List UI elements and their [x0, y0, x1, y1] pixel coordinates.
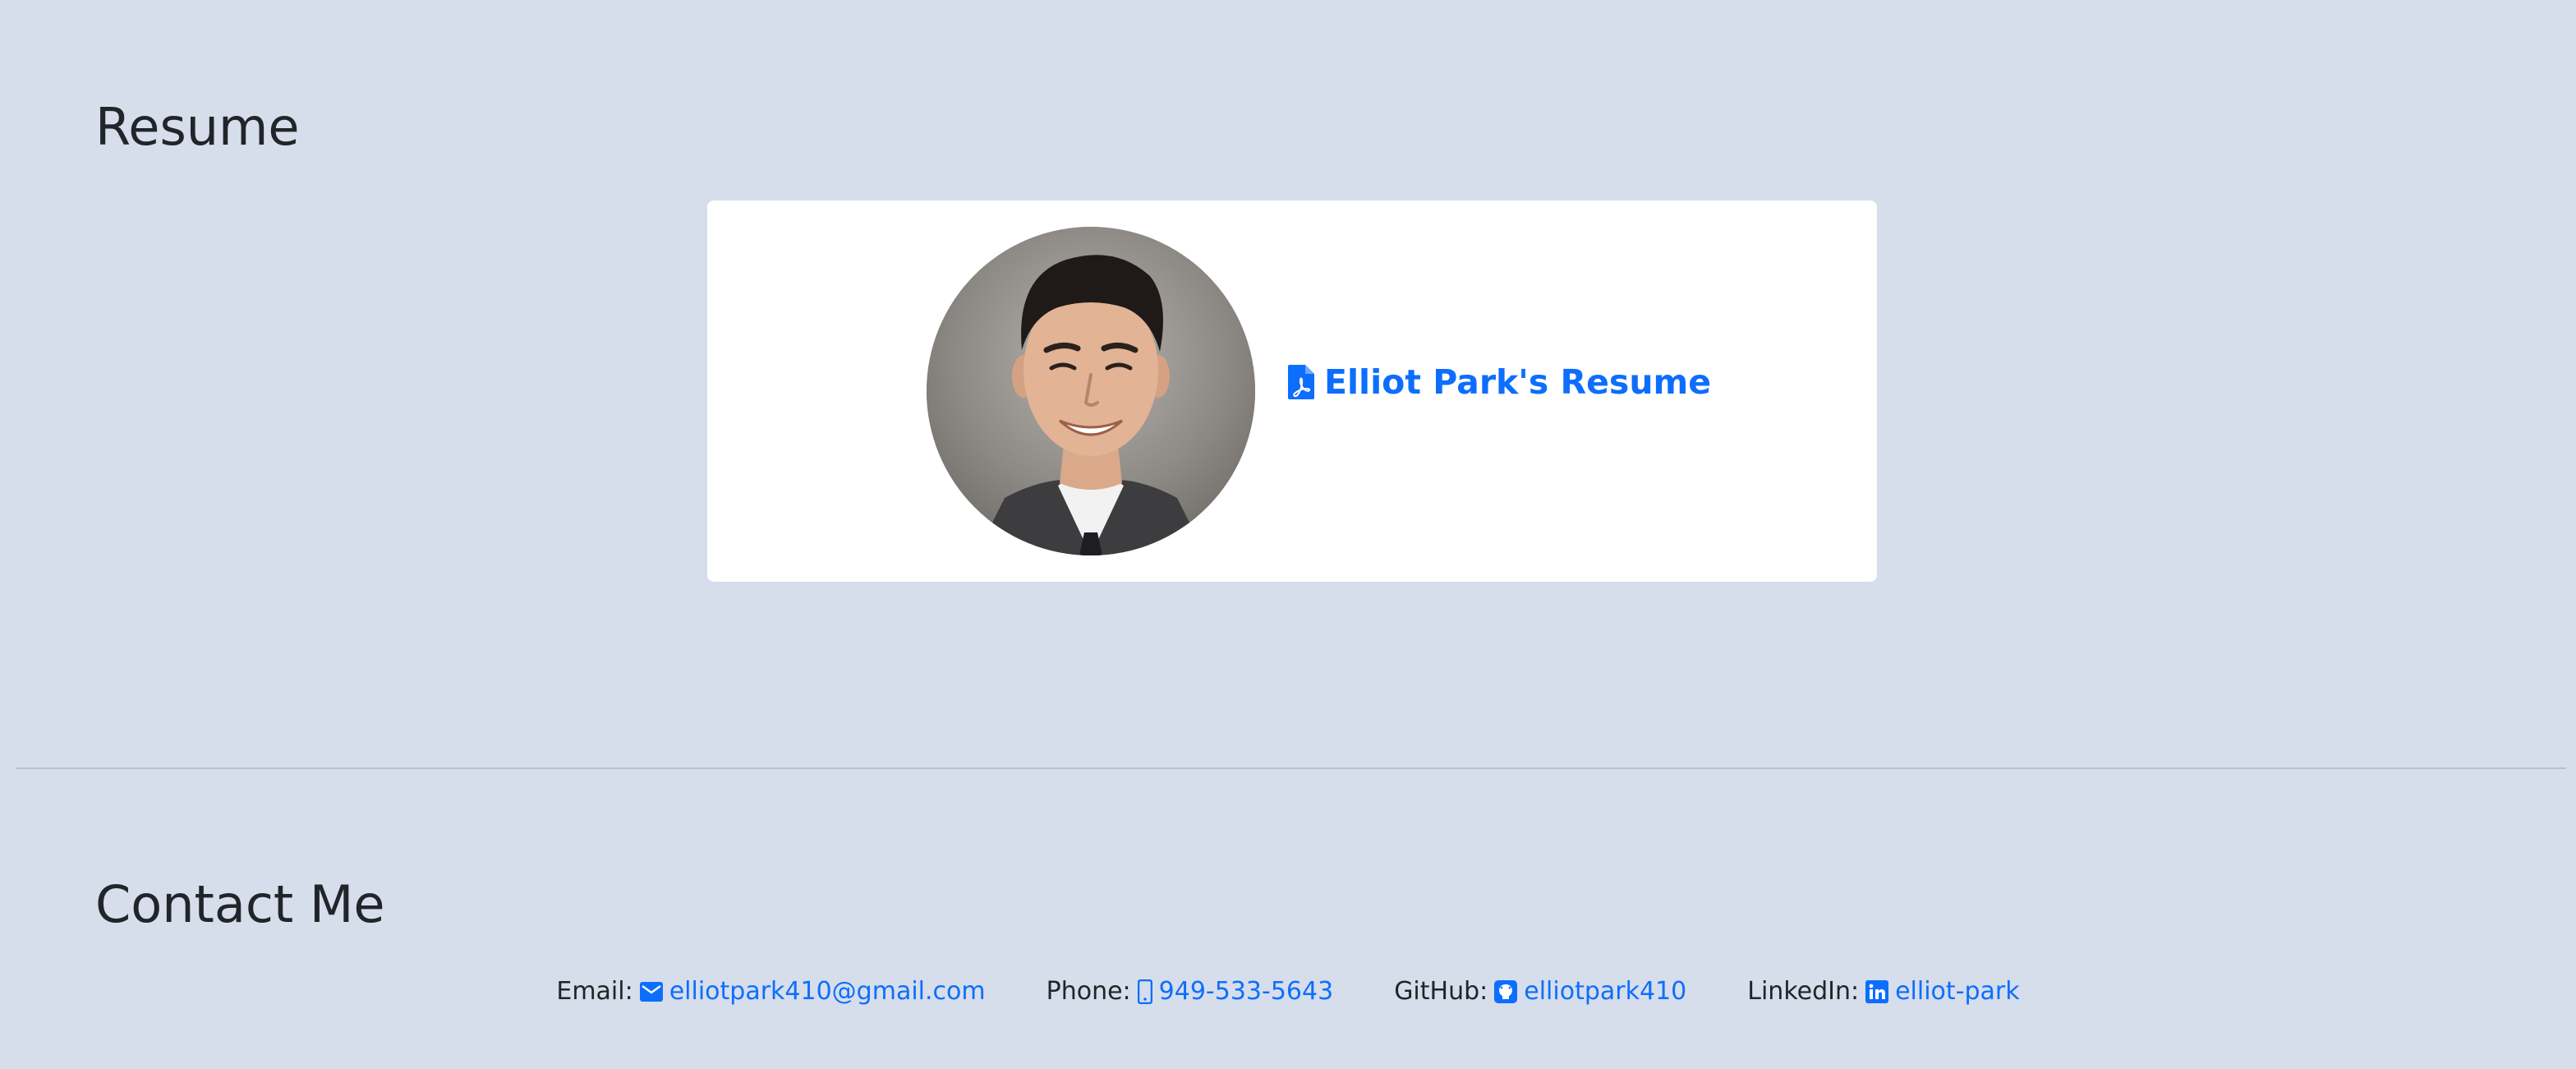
- envelope-icon: [639, 980, 663, 1003]
- profile-photo: [927, 227, 1255, 555]
- linkedin-link[interactable]: elliot-park: [1865, 979, 2020, 1004]
- contact-email: Email: elliotpark410@gmail.com: [556, 979, 985, 1004]
- phone-link[interactable]: 949-533-5643: [1137, 977, 1334, 1006]
- linkedin-label: LinkedIn:: [1747, 977, 1860, 1006]
- github-label: GitHub:: [1394, 977, 1488, 1006]
- resume-link-label: Elliot Park's Resume: [1324, 362, 1712, 402]
- email-label: Email:: [556, 977, 633, 1006]
- email-link[interactable]: elliotpark410@gmail.com: [639, 977, 986, 1006]
- contact-phone: Phone: 949-533-5643: [1046, 977, 1334, 1006]
- email-value: elliotpark410@gmail.com: [669, 977, 986, 1006]
- resume-card: Elliot Park's Resume: [707, 200, 1877, 582]
- contact-list: Email: elliotpark410@gmail.com Phone: 94…: [0, 979, 2576, 1004]
- linkedin-icon: [1865, 980, 1889, 1003]
- phone-label: Phone:: [1046, 977, 1131, 1006]
- github-value: elliotpark410: [1524, 977, 1687, 1006]
- github-link[interactable]: elliotpark410: [1494, 979, 1686, 1004]
- contact-heading: Contact Me: [95, 874, 385, 934]
- phone-value: 949-533-5643: [1158, 977, 1334, 1006]
- phone-icon: [1137, 979, 1152, 1004]
- github-icon: [1494, 980, 1518, 1003]
- portrait-image: [927, 227, 1255, 555]
- resume-heading: Resume: [95, 97, 300, 157]
- contact-github: GitHub: elliotpark410: [1394, 979, 1686, 1004]
- contact-linkedin: LinkedIn: elliot-park: [1747, 979, 2019, 1004]
- resume-download-link[interactable]: Elliot Park's Resume: [1288, 365, 1711, 399]
- file-pdf-icon: [1288, 365, 1314, 399]
- linkedin-value: elliot-park: [1895, 977, 2020, 1006]
- section-divider: [16, 767, 2566, 769]
